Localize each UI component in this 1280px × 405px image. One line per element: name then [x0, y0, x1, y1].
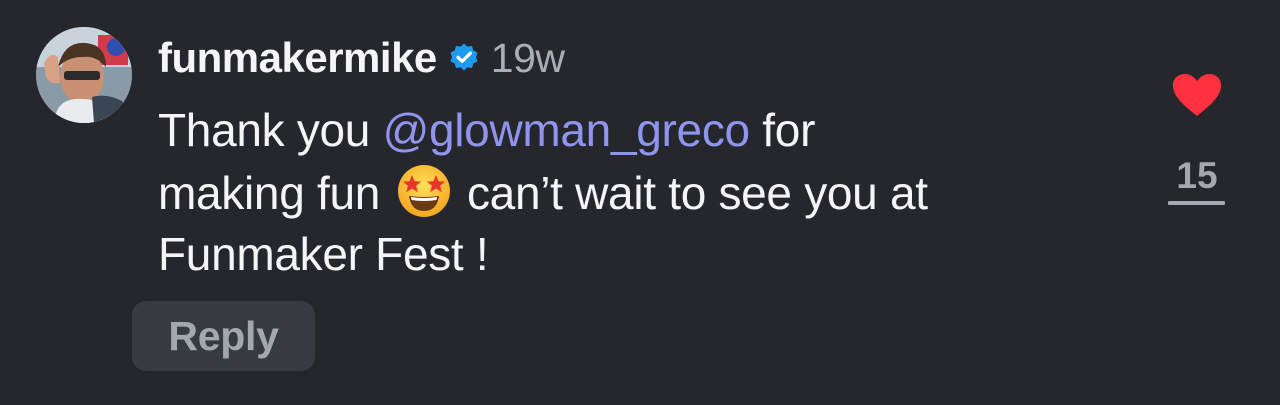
comment-line-3: Funmaker Fest !	[158, 228, 489, 280]
username-link[interactable]: funmakermike	[158, 34, 437, 82]
comment-text: Thank you @glowman_greco for making fun	[158, 100, 1148, 285]
heart-icon[interactable]	[1170, 72, 1224, 118]
reply-button[interactable]: Reply	[132, 301, 315, 371]
comment-line-2: making fun can’t wait to see you at	[158, 161, 1148, 224]
mention-link[interactable]: @glowman_greco	[383, 104, 751, 156]
verified-badge-icon	[448, 42, 480, 74]
like-count-underline	[1168, 201, 1225, 205]
like-count[interactable]: 15	[1168, 155, 1226, 197]
comment-text-after-mention: for	[749, 104, 816, 156]
comment-text-line2-end: can’t wait to see you at	[454, 167, 928, 219]
avatar[interactable]	[36, 27, 132, 123]
comment-text-prefix: Thank you	[158, 104, 383, 156]
comment-line-1: Thank you @glowman_greco for	[158, 100, 1148, 161]
comment-card: funmakermike 19w Thank you @glowman_grec…	[0, 0, 1280, 405]
comment-header: funmakermike 19w	[158, 30, 565, 86]
comment-text-line2-start: making fun	[158, 167, 393, 219]
avatar-image	[36, 27, 132, 123]
star-struck-emoji-icon	[395, 161, 453, 219]
timestamp: 19w	[490, 34, 565, 81]
